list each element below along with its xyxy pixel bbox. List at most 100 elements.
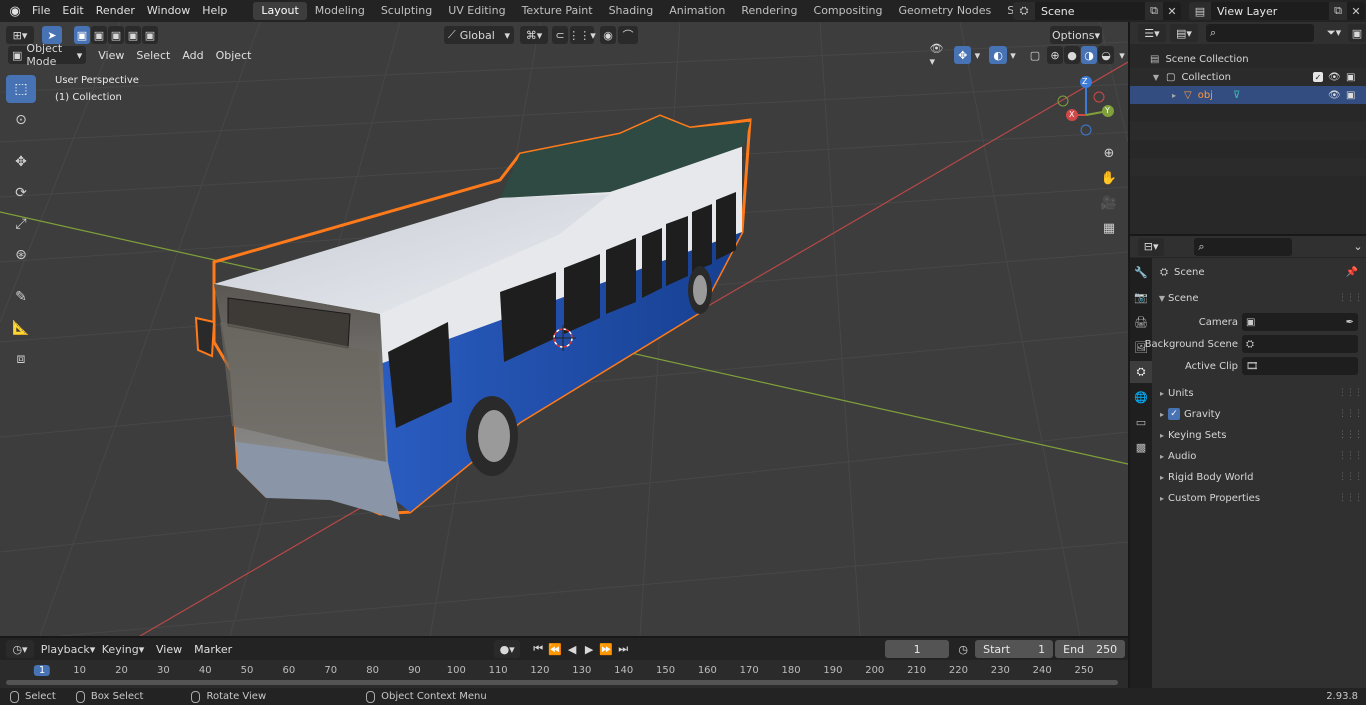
expand-keying-sets-icon[interactable]: ▸ [1156,431,1168,440]
jump-keyframe-back-icon[interactable]: ⏪ [547,640,563,658]
collection-tab-icon[interactable]: ▭ [1130,411,1152,433]
display-mode-icon[interactable]: ▤▾ [1170,24,1198,42]
expand-audio-icon[interactable]: ▸ [1156,452,1168,461]
annotate-tool-icon[interactable]: ✎ [6,283,36,311]
filter-icon[interactable]: ⏷▾ [1322,24,1346,42]
timeline-editor[interactable]: ◷▾ Playback ▾ Keying ▾ View Marker ●▾ ⏮ ⏪ … [0,638,1128,688]
drag-grip-icon[interactable]: ⋮⋮⋮ [1338,388,1363,398]
visibility-eye-icon[interactable]: 👁 [1328,72,1341,83]
cursor-tool-icon[interactable]: ⊙ [6,106,36,134]
menu-render[interactable]: Render [90,0,141,22]
preview-range-icon[interactable]: ◷ [955,640,971,658]
properties-editor-type-icon[interactable]: ⊟▾ [1138,237,1165,256]
add-cube-tool-icon[interactable]: ⧈ [6,345,36,373]
options-button[interactable]: Options ▾ [1050,26,1102,44]
overlay-toggle-icon[interactable]: ◐ [989,46,1007,64]
properties-options-icon[interactable]: ⌄ [1350,238,1366,256]
tool-tab-icon[interactable]: 🔧 [1130,261,1152,283]
tab-texture-paint[interactable]: Texture Paint [514,2,601,20]
gravity-checkbox[interactable]: ✓ [1168,408,1180,420]
perspective-toggle-icon[interactable]: ▦ [1098,217,1120,239]
visibility-eye-icon[interactable]: 👁 [1328,90,1341,101]
outliner-row-collection[interactable]: ▼ ▢ Collection ✓ 👁 ▣ [1130,68,1366,86]
mesh-data-icon[interactable]: ⊽ [1233,90,1240,101]
tab-uv-editing[interactable]: UV Editing [440,2,513,20]
expand-rigid-body-icon[interactable]: ▸ [1156,473,1168,482]
material-shading-icon[interactable]: ◑ [1081,46,1097,64]
camera-field[interactable]: ▣ ✒ [1242,313,1358,331]
keying-sets-panel-header[interactable]: ▸ Keying Sets ⋮⋮⋮ [1152,425,1366,445]
drag-grip-icon[interactable]: ⋮⋮⋮ [1338,472,1363,482]
current-frame-field[interactable]: 1 [885,640,950,658]
blender-logo-icon[interactable]: ◉ [4,0,26,22]
drag-grip-icon[interactable]: ⋮⋮⋮ [1338,409,1363,419]
timeline-menu-view[interactable]: View [150,643,188,656]
scene-tab-icon[interactable]: ⛭ [1130,361,1152,383]
render-camera-icon[interactable]: ▣ [1346,72,1355,83]
texture-tab-icon[interactable]: ▩ [1130,436,1152,458]
close-view-layer-icon[interactable]: ✕ [1347,2,1365,20]
render-tab-icon[interactable]: 📷 [1130,286,1152,308]
select-intersect-icon[interactable]: ▣ [142,26,158,44]
play-reverse-icon[interactable]: ◀ [564,640,580,658]
render-camera-icon[interactable]: ▣ [1346,90,1355,101]
gizmo-dropdown-icon[interactable]: ▾ [971,46,983,64]
tab-rendering[interactable]: Rendering [733,2,805,20]
menu-file[interactable]: File [26,0,56,22]
new-collection-icon[interactable]: ▣ [1348,24,1366,42]
world-tab-icon[interactable]: 🌐 [1130,386,1152,408]
menu-help[interactable]: Help [196,0,233,22]
audio-panel-header[interactable]: ▸ Audio ⋮⋮⋮ [1152,446,1366,466]
timeline-scrollbar[interactable] [6,680,1118,685]
select-box-tool-icon[interactable]: ⬚ [6,75,36,103]
outliner-row-scene-collection[interactable]: ▤ Scene Collection [1130,50,1366,68]
pin-icon[interactable]: 📌 [1346,267,1358,278]
jump-keyframe-forward-icon[interactable]: ⏩ [598,640,614,658]
expand-units-icon[interactable]: ▸ [1156,389,1168,398]
view-layer-selector[interactable]: ▤ View Layer ⧉ ✕ [1189,2,1365,20]
rendered-shading-icon[interactable]: ◒ [1098,46,1114,64]
viewport-menu-object[interactable]: Object [210,49,258,62]
measure-tool-icon[interactable]: 📐 [6,314,36,342]
zoom-icon[interactable]: ⊕ [1098,142,1120,164]
outliner-search-input[interactable]: ⌕ [1206,24,1314,42]
3d-viewport[interactable]: Z Y X ⊞▾ ➤ ▣ ▣ ▣ ▣ ▣ ⟋ Global ▾ ⌘▾ ⊂ ⋮⋮▾… [0,22,1128,636]
tab-modeling[interactable]: Modeling [307,2,373,20]
output-tab-icon[interactable]: 🖨 [1130,311,1152,333]
menu-window[interactable]: Window [141,0,196,22]
jump-start-icon[interactable]: ⏮ [530,640,546,658]
select-extend-icon[interactable]: ▣ [91,26,107,44]
scene-panel-header[interactable]: ▼ Scene ⋮⋮⋮ [1152,288,1366,308]
camera-view-icon[interactable]: 🎥 [1098,192,1120,214]
tab-shading[interactable]: Shading [601,2,662,20]
expand-scene-panel-icon[interactable]: ▼ [1156,294,1168,303]
drag-grip-icon[interactable]: ⋮⋮⋮ [1338,293,1363,303]
custom-properties-panel-header[interactable]: ▸ Custom Properties ⋮⋮⋮ [1152,488,1366,508]
play-icon[interactable]: ▶ [581,640,597,658]
transform-tool-icon[interactable]: ⊛ [6,241,36,269]
xray-toggle-icon[interactable]: ▢ [1027,46,1043,64]
viewport-menu-view[interactable]: View [92,49,130,62]
mode-dropdown[interactable]: ▣ Object Mode ▾ [8,42,87,68]
viewport-menu-add[interactable]: Add [176,49,209,62]
tab-animation[interactable]: Animation [661,2,733,20]
expand-object-icon[interactable]: ▸ [1168,91,1180,100]
rigid-body-world-panel-header[interactable]: ▸ Rigid Body World ⋮⋮⋮ [1152,467,1366,487]
expand-custom-properties-icon[interactable]: ▸ [1156,494,1168,503]
select-subtract-icon[interactable]: ▣ [108,26,124,44]
tab-compositing[interactable]: Compositing [806,2,891,20]
gizmo-toggle-icon[interactable]: ✥ [954,46,972,64]
proportional-edit-icon[interactable]: ◉ [600,26,616,44]
drag-grip-icon[interactable]: ⋮⋮⋮ [1338,430,1363,440]
pivot-point-button[interactable]: ⌘▾ [520,26,548,44]
scene-selector[interactable]: ⛭ Scene ⧉ ✕ [1013,2,1181,20]
tab-sculpting[interactable]: Sculpting [373,2,440,20]
start-frame-field[interactable]: Start 1 [975,640,1054,658]
active-clip-field[interactable]: 🎞 [1242,357,1358,375]
jump-end-icon[interactable]: ⏭ [615,640,631,658]
keying-menu[interactable]: Keying ▾ [98,640,148,658]
outliner-row-obj[interactable]: ▸ ▽ obj ⊽ 👁 ▣ [1130,86,1366,104]
properties-search-input[interactable]: ⌕ [1194,237,1292,256]
timeline-menu-marker[interactable]: Marker [188,643,238,656]
solid-shading-icon[interactable]: ● [1064,46,1080,64]
